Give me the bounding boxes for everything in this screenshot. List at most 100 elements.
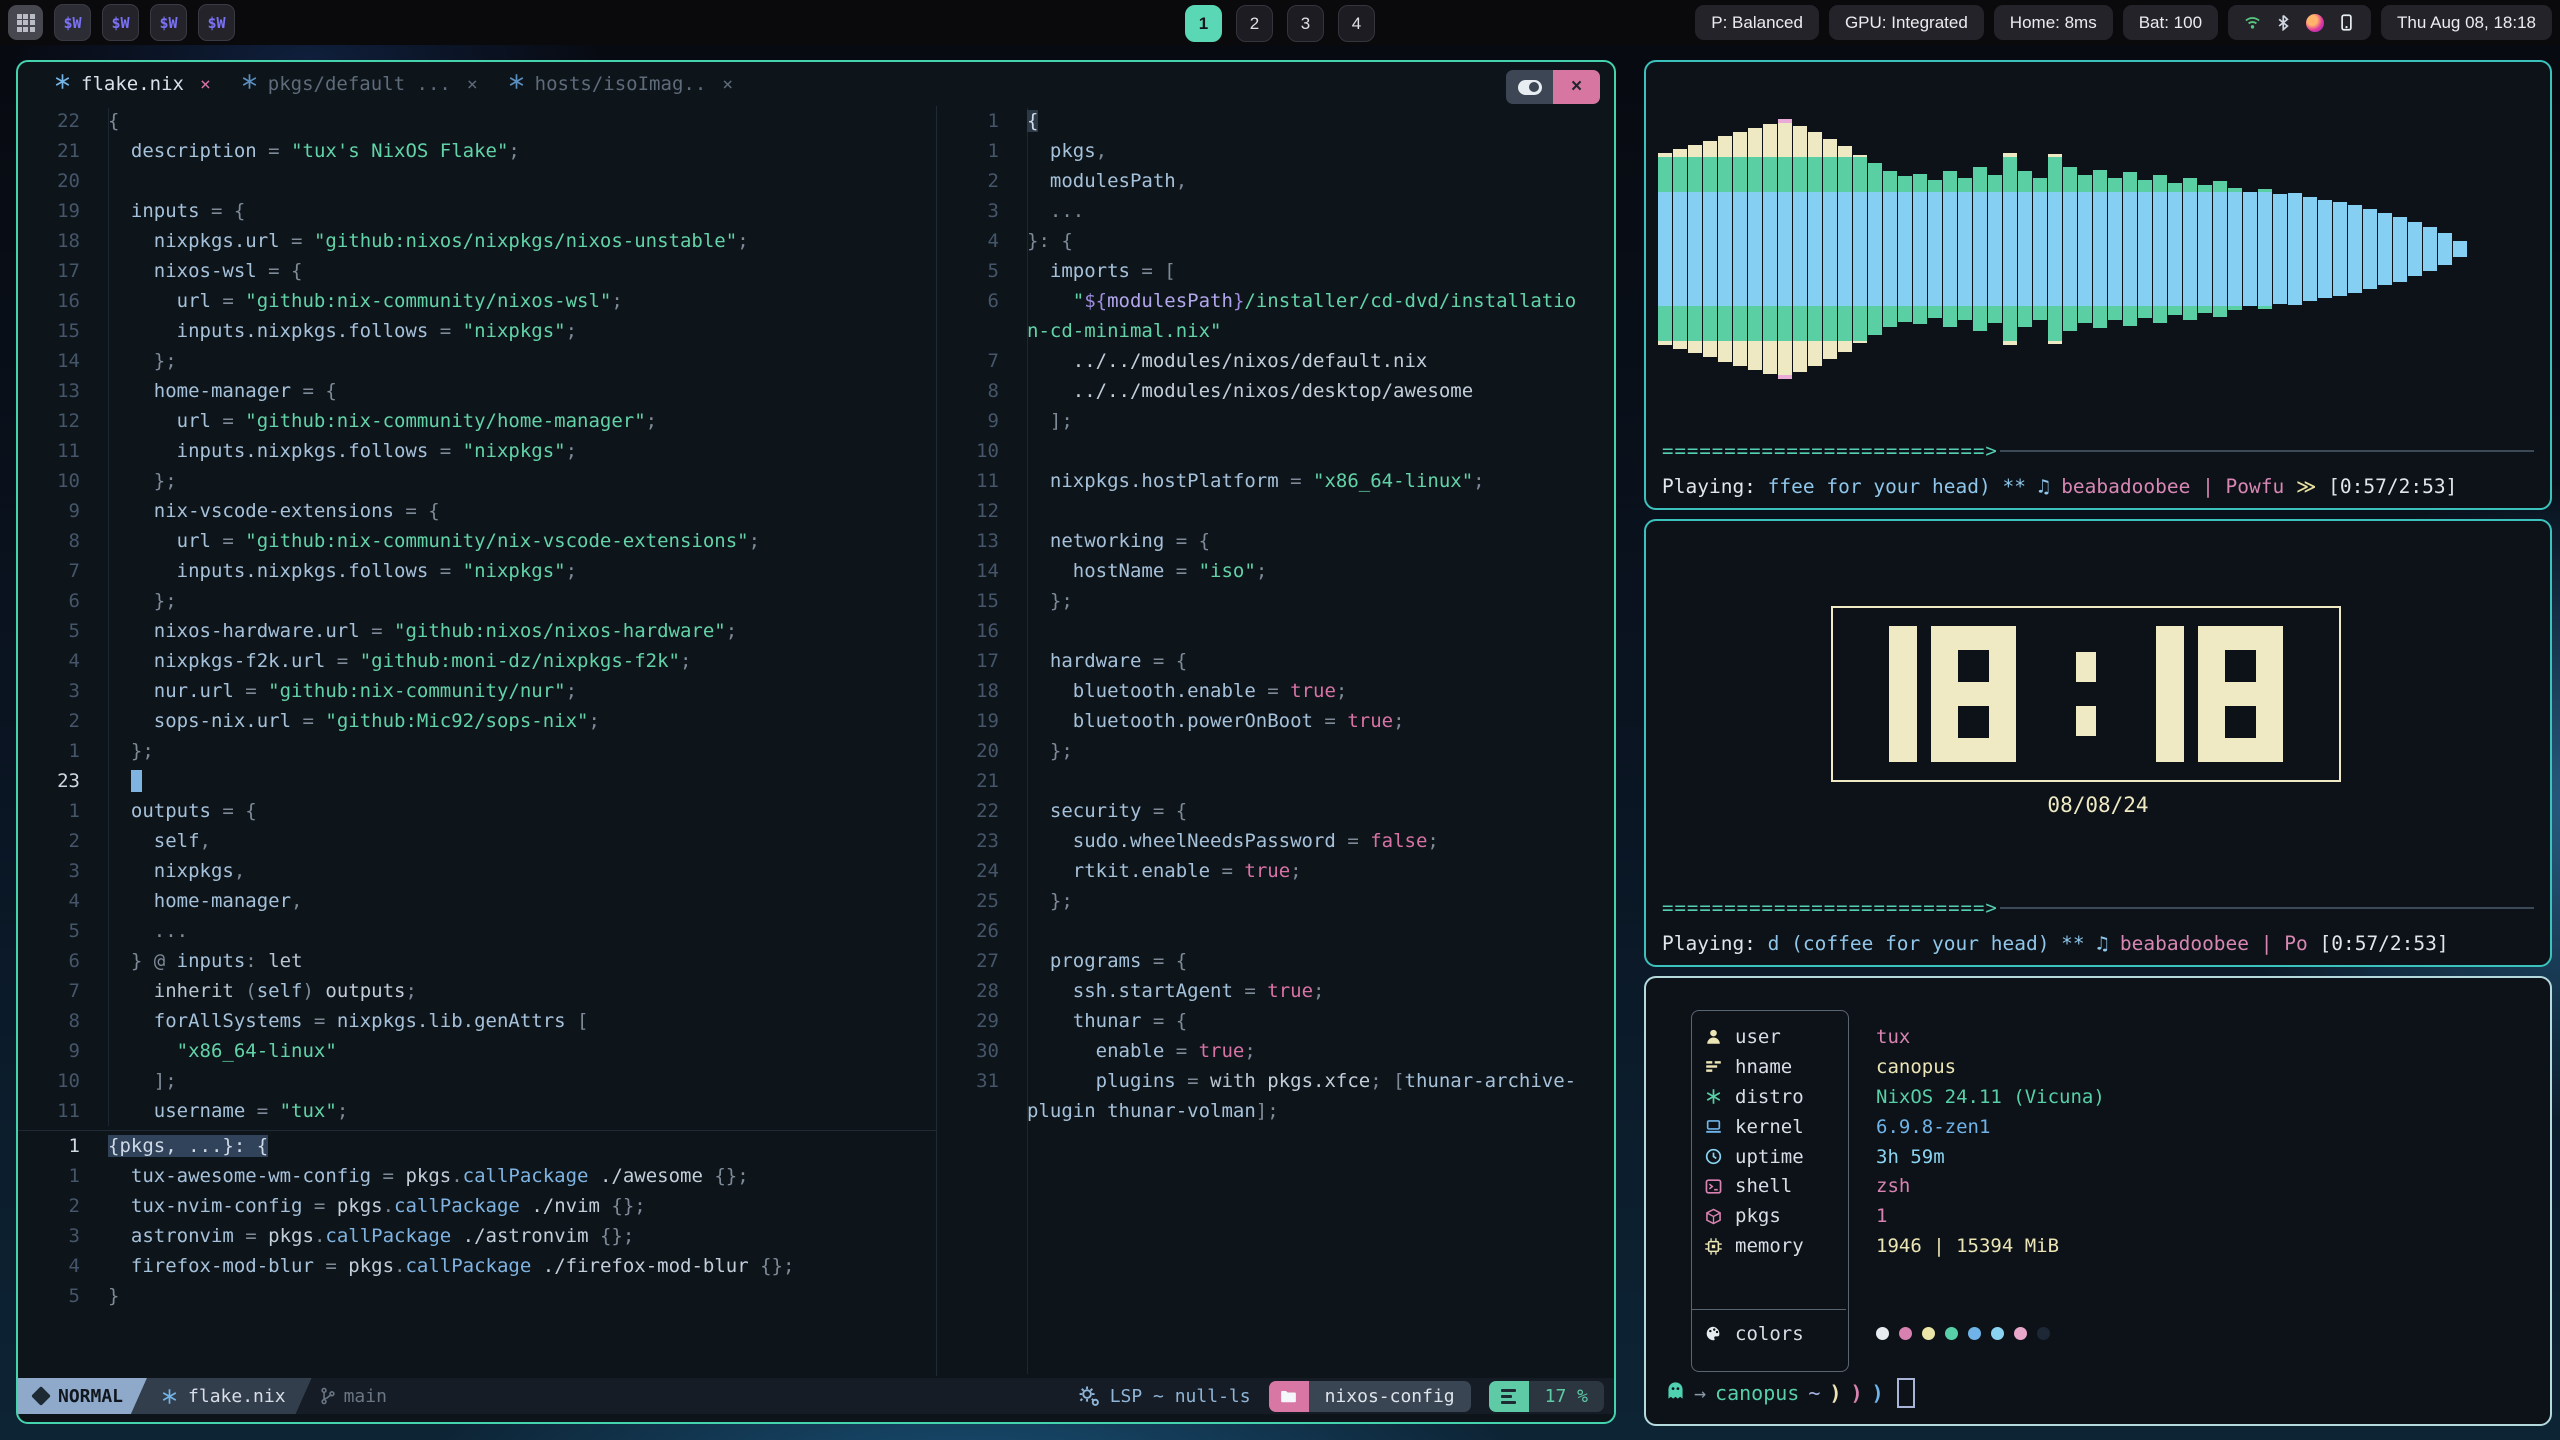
code-line[interactable]: 23 sudo.wheelNeedsPassword = false; xyxy=(937,826,1614,856)
waveform-bar[interactable] xyxy=(2033,178,2047,321)
code-line[interactable]: 6 }; xyxy=(18,586,936,616)
fetch-row[interactable]: uptime3h 59m xyxy=(1705,1142,2105,1172)
waveform-bar[interactable] xyxy=(1748,128,1762,370)
tag-3[interactable]: 3 xyxy=(1287,5,1324,42)
code-line[interactable]: 2 tux-nvim-config = pkgs.callPackage ./n… xyxy=(18,1191,936,1221)
code-line[interactable]: 21 description = "tux's NixOS Flake"; xyxy=(18,136,936,166)
code-line[interactable]: 11 username = "tux"; xyxy=(18,1096,936,1126)
waveform-bar[interactable] xyxy=(1838,146,1852,351)
code-line[interactable]: 16 url = "github:nix-community/nixos-wsl… xyxy=(18,286,936,316)
waveform-bar[interactable] xyxy=(2153,175,2167,323)
waveform-bar[interactable] xyxy=(1658,153,1672,345)
clock-digit-1[interactable] xyxy=(1889,626,1917,762)
code-line[interactable]: 10 ]; xyxy=(18,1066,936,1096)
waveform-bar[interactable] xyxy=(2393,217,2407,282)
fetch-row[interactable]: distroNixOS 24.11 (Vicuna) xyxy=(1705,1082,2105,1112)
code-line[interactable]: 15 inputs.nixpkgs.follows = "nixpkgs"; xyxy=(18,316,936,346)
waveform-bar[interactable] xyxy=(2303,197,2317,301)
tag-4[interactable]: 4 xyxy=(1338,5,1375,42)
code-line[interactable]: plugin thunar-volman]; xyxy=(937,1096,1614,1126)
tag-1[interactable]: 1 xyxy=(1185,5,1222,42)
code-line[interactable]: 11 nixpkgs.hostPlatform = "x86_64-linux"… xyxy=(937,466,1614,496)
code-line[interactable]: 3 astronvim = pkgs.callPackage ./astronv… xyxy=(18,1221,936,1251)
status-pill[interactable]: GPU: Integrated xyxy=(1829,5,1984,40)
waveform-bar[interactable] xyxy=(1988,175,2002,323)
code-line[interactable]: 2 self, xyxy=(18,826,936,856)
code-line[interactable]: 5} xyxy=(18,1281,936,1311)
waveform-bar[interactable] xyxy=(2228,188,2242,310)
code-line[interactable]: 7 inherit (self) outputs; xyxy=(18,976,936,1006)
code-line[interactable]: 1 outputs = { xyxy=(18,796,936,826)
code-line[interactable]: 4 firefox-mod-blur = pkgs.callPackage ./… xyxy=(18,1251,936,1281)
code-line[interactable]: 1{pkgs, ...}: { xyxy=(18,1131,936,1161)
code-line[interactable]: 8 forAllSystems = nixpkgs.lib.genAttrs [ xyxy=(18,1006,936,1036)
fetch-row[interactable]: pkgs1 xyxy=(1705,1201,2105,1231)
buffer-flake-nix[interactable]: 22{21 description = "tux's NixOS Flake";… xyxy=(18,106,936,1128)
close-button[interactable]: × xyxy=(1553,70,1600,104)
waveform-bar[interactable] xyxy=(1778,119,1792,379)
waveform-bar[interactable] xyxy=(1928,180,1942,318)
waveform-bar[interactable] xyxy=(1673,149,1687,349)
code-line[interactable]: 19 bluetooth.powerOnBoot = true; xyxy=(937,706,1614,736)
code-line[interactable]: 6 } @ inputs: let xyxy=(18,946,936,976)
fetch-colors[interactable]: colors xyxy=(1705,1319,2050,1349)
code-line[interactable]: 28 ssh.startAgent = true; xyxy=(937,976,1614,1006)
code-line[interactable]: 11 inputs.nixpkgs.follows = "nixpkgs"; xyxy=(18,436,936,466)
code-line[interactable]: 1{ xyxy=(937,106,1614,136)
tray-button[interactable]: $W xyxy=(54,4,91,41)
tray-button[interactable]: $W xyxy=(102,4,139,41)
code-line[interactable]: 5 nixos-hardware.url = "github:nixos/nix… xyxy=(18,616,936,646)
tab-close-icon[interactable]: × xyxy=(200,74,211,95)
tray-button[interactable]: $W xyxy=(198,4,235,41)
code-line[interactable]: 16 xyxy=(937,616,1614,646)
code-line[interactable]: 26 xyxy=(937,916,1614,946)
code-line[interactable]: 9 nix-vscode-extensions = { xyxy=(18,496,936,526)
waveform-bar[interactable] xyxy=(2003,153,2017,345)
code-line[interactable]: 8 ../../modules/nixos/desktop/awesome xyxy=(937,376,1614,406)
code-line[interactable]: 2 sops-nix.url = "github:Mic92/sops-nix"… xyxy=(18,706,936,736)
code-line[interactable]: 24 rtkit.enable = true; xyxy=(937,856,1614,886)
waveform-bar[interactable] xyxy=(2123,172,2137,325)
code-line[interactable]: 18 bluetooth.enable = true; xyxy=(937,676,1614,706)
waveform-bar[interactable] xyxy=(1868,163,1882,335)
waveform-bar[interactable] xyxy=(2318,200,2332,299)
waveform-bar[interactable] xyxy=(2408,222,2422,277)
code-line[interactable]: 17 hardware = { xyxy=(937,646,1614,676)
code-line[interactable]: 17 nixos-wsl = { xyxy=(18,256,936,286)
waveform-bar[interactable] xyxy=(2453,241,2467,257)
fetch-row[interactable]: memory1946 | 15394 MiB xyxy=(1705,1231,2105,1261)
code-line[interactable]: 31 plugins = with pkgs.xfce; [thunar-arc… xyxy=(937,1066,1614,1096)
code-line[interactable]: 3 nixpkgs, xyxy=(18,856,936,886)
code-line[interactable]: 1 pkgs, xyxy=(937,136,1614,166)
code-line[interactable]: 9 "x86_64-linux" xyxy=(18,1036,936,1066)
shell-prompt[interactable]: →canopus~))) xyxy=(1666,1378,1915,1408)
waveform-bar[interactable] xyxy=(2348,205,2362,293)
code-line[interactable]: 2 modulesPath, xyxy=(937,166,1614,196)
fetch-row[interactable]: shellzsh xyxy=(1705,1171,2105,1201)
code-line[interactable]: 25 }; xyxy=(937,886,1614,916)
code-line[interactable]: 15 }; xyxy=(937,586,1614,616)
code-line[interactable]: 20 }; xyxy=(937,736,1614,766)
code-line[interactable]: 5 imports = [ xyxy=(937,256,1614,286)
waveform-bar[interactable] xyxy=(2108,178,2122,321)
waveform-bar[interactable] xyxy=(2093,170,2107,329)
waveform-bar[interactable] xyxy=(1823,139,1837,360)
waveform-bar[interactable] xyxy=(1883,171,1897,327)
code-line[interactable]: n-cd-minimal.nix" xyxy=(937,316,1614,346)
code-line[interactable]: 8 url = "github:nix-community/nix-vscode… xyxy=(18,526,936,556)
waveform-bar[interactable] xyxy=(2258,189,2272,309)
launcher-button[interactable] xyxy=(8,5,43,40)
code-line[interactable]: 6 "${modulesPath}/installer/cd-dvd/insta… xyxy=(937,286,1614,316)
tab-close-icon[interactable]: × xyxy=(467,74,478,95)
waveform-bar[interactable] xyxy=(1793,126,1807,373)
tab-pkgs-default-[interactable]: pkgs/default ...× xyxy=(241,73,478,95)
fetch-row[interactable]: usertux xyxy=(1705,1022,2105,1052)
tab-hosts-isoImag-[interactable]: hosts/isoImag..× xyxy=(508,73,733,95)
code-line[interactable]: 10 }; xyxy=(18,466,936,496)
code-line[interactable]: 12 url = "github:nix-community/home-mana… xyxy=(18,406,936,436)
clock-colon[interactable] xyxy=(2076,626,2096,762)
code-line[interactable]: 5 ... xyxy=(18,916,936,946)
code-line[interactable]: 7 inputs.nixpkgs.follows = "nixpkgs"; xyxy=(18,556,936,586)
waveform-bar[interactable] xyxy=(2063,167,2077,331)
code-line[interactable]: 4}: { xyxy=(937,226,1614,256)
